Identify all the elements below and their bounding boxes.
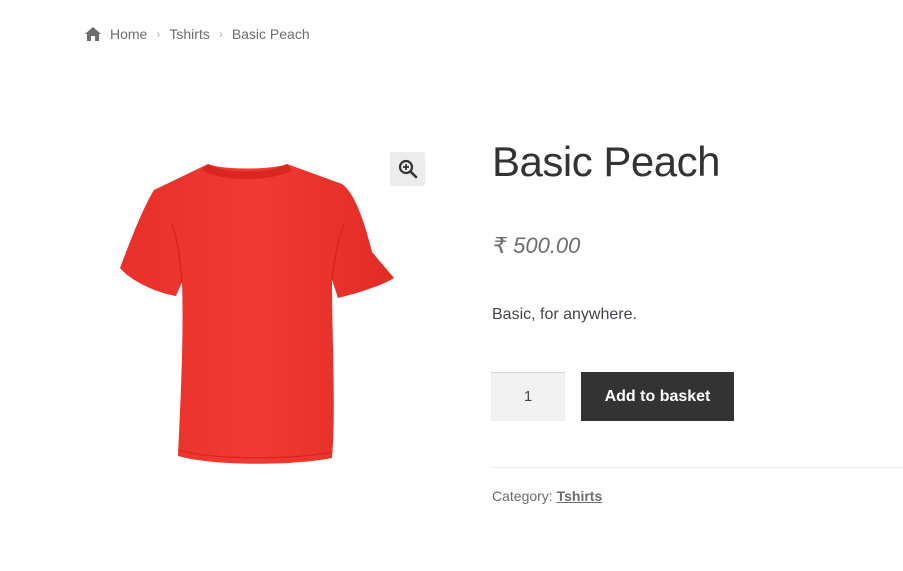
product-short-description: Basic, for anywhere. xyxy=(492,306,637,323)
product-page: Home › Tshirts › Basic Peach Basic Peach… xyxy=(0,0,903,571)
home-icon[interactable] xyxy=(84,26,102,42)
add-to-basket-button[interactable]: Add to basket xyxy=(581,372,734,421)
zoom-in-icon xyxy=(398,159,417,179)
breadcrumb-home-link[interactable]: Home xyxy=(110,26,147,42)
zoom-button[interactable] xyxy=(390,152,425,186)
breadcrumb-current: Basic Peach xyxy=(231,26,310,42)
product-meta: Category: Tshirts xyxy=(492,488,602,504)
category-link[interactable]: Tshirts xyxy=(557,488,603,504)
chevron-right-icon: › xyxy=(218,27,223,41)
breadcrumb: Home › Tshirts › Basic Peach xyxy=(84,24,310,44)
category-label: Category: xyxy=(492,488,553,504)
breadcrumb-tshirts-link[interactable]: Tshirts xyxy=(169,26,209,42)
quantity-input[interactable] xyxy=(491,372,565,421)
product-image[interactable] xyxy=(92,140,432,480)
chevron-right-icon: › xyxy=(156,27,161,41)
product-title: Basic Peach xyxy=(492,138,720,185)
product-price: ₹ 500.00 xyxy=(493,233,581,258)
divider xyxy=(492,467,903,468)
